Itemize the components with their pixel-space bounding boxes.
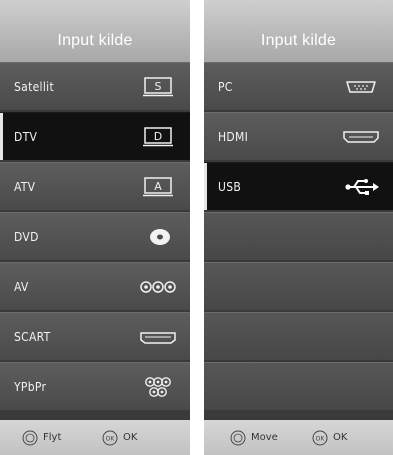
ok-hint: OK OK xyxy=(312,430,347,446)
panel-footer: Flyt OK OK xyxy=(0,420,190,455)
satellite-s-icon: S xyxy=(138,75,178,99)
menu-item-label: ATV xyxy=(14,179,36,194)
panel-footer: Move OK OK xyxy=(204,420,393,455)
menu-item-usb[interactable]: USB xyxy=(204,162,393,210)
dtv-d-icon: D xyxy=(138,125,178,149)
input-source-panel-left: Input kilde Satellit S DTV D ATV A DVD A… xyxy=(0,0,190,455)
ok-hint: OK OK xyxy=(102,430,137,446)
menu-item-scart[interactable]: SCART xyxy=(0,312,190,360)
av-rca-icon xyxy=(138,275,178,299)
menu-item-label: PC xyxy=(218,79,233,94)
move-hint: Flyt xyxy=(22,430,61,446)
atv-a-icon: A xyxy=(138,175,178,199)
satellite-icon-letter: S xyxy=(155,80,162,93)
input-source-panel-right: Input kilde PC HDMI USB Move OK OK xyxy=(204,0,393,455)
menu-item-label: DTV xyxy=(14,129,38,144)
menu-item-label: SCART xyxy=(14,329,51,344)
disc-icon xyxy=(138,225,178,249)
navigation-dpad-icon xyxy=(22,430,38,445)
hdmi-port-icon xyxy=(341,125,381,149)
menu-item-empty xyxy=(204,262,393,310)
panel-title: Input kilde xyxy=(0,0,190,62)
navigation-dpad-icon xyxy=(230,430,246,445)
menu-item-dvd[interactable]: DVD xyxy=(0,212,190,260)
menu-item-label: Satellit xyxy=(14,79,54,94)
ok-icon-text: OK xyxy=(106,435,116,442)
component-connector-icon xyxy=(138,375,178,399)
menu-item-dtv[interactable]: DTV D xyxy=(0,112,190,160)
move-hint: Move xyxy=(230,430,278,446)
menu-item-av[interactable]: AV xyxy=(0,262,190,310)
atv-icon-letter: A xyxy=(154,180,162,193)
menu-item-label: USB xyxy=(218,179,242,194)
ok-button-icon: OK xyxy=(312,430,328,445)
move-hint-label: Flyt xyxy=(43,432,62,443)
menu-item-label: AV xyxy=(14,279,29,294)
move-hint-label: Move xyxy=(251,432,278,443)
menu-item-atv[interactable]: ATV A xyxy=(0,162,190,210)
menu-item-ypbpr[interactable]: YPbPr xyxy=(0,362,190,410)
menu-item-empty xyxy=(204,312,393,360)
panel-title: Input kilde xyxy=(204,0,393,62)
menu-item-pc[interactable]: PC xyxy=(204,62,393,110)
menu-item-empty xyxy=(204,212,393,260)
menu-item-label: YPbPr xyxy=(14,379,47,394)
menu-item-empty xyxy=(204,362,393,410)
ok-hint-label: OK xyxy=(333,432,348,443)
dtv-icon-letter: D xyxy=(154,130,162,143)
menu-item-hdmi[interactable]: HDMI xyxy=(204,112,393,160)
menu-item-label: DVD xyxy=(14,229,39,244)
ok-button-icon: OK xyxy=(102,430,118,445)
ok-icon-text: OK xyxy=(316,435,326,442)
usb-icon xyxy=(341,175,381,199)
scart-connector-icon xyxy=(138,325,178,349)
menu-item-satellit[interactable]: Satellit S xyxy=(0,62,190,110)
vga-port-icon xyxy=(341,75,381,99)
ok-hint-label: OK xyxy=(123,432,138,443)
menu-item-label: HDMI xyxy=(218,129,249,144)
